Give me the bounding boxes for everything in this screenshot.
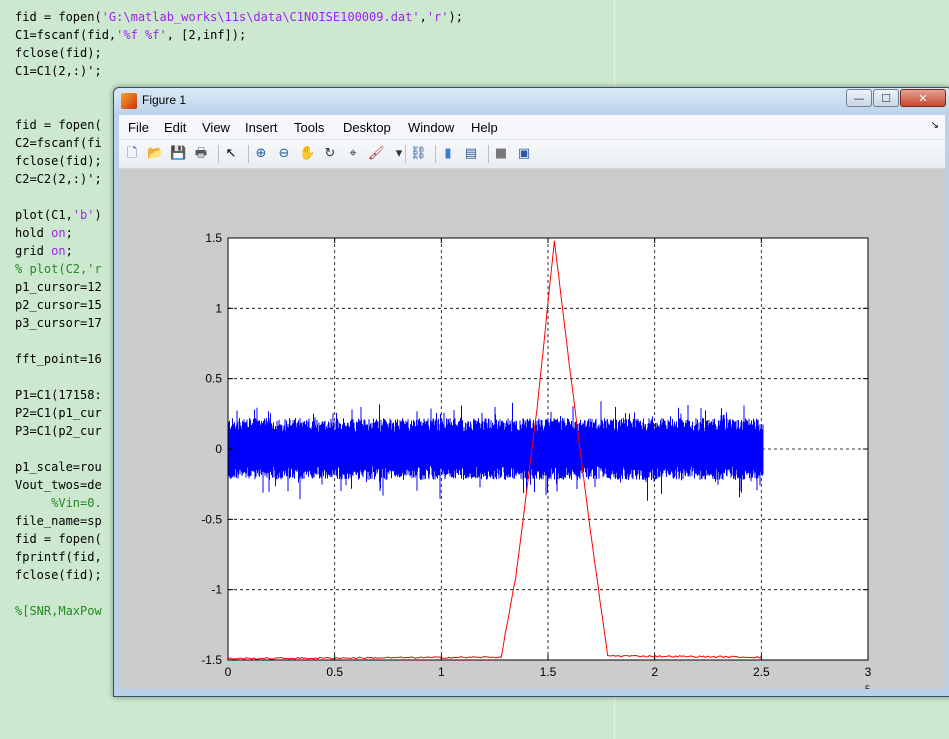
plot-area: 0 0.5 1 1.5 2 2.5 3 -1.5 -1 -0.5 0 0.5 1 1.5 x 10 5 (119, 169, 945, 689)
code-line: fclose(fid); (15, 46, 102, 60)
x-tick-label: 0.5 (326, 665, 343, 679)
menu-desktop[interactable]: Desktop (343, 120, 391, 135)
code-line: C2=fscanf(fi (15, 136, 102, 150)
edit-plot-arrow-icon[interactable]: ↖ (223, 146, 239, 162)
y-tick-label: 1.5 (205, 231, 222, 245)
code-line: P3=C1(p2_cur (15, 424, 102, 438)
x-tick-label: 2.5 (753, 665, 770, 679)
code-line: file_name=sp (15, 514, 102, 528)
code-line: fid = fopen( (15, 118, 102, 132)
code-line: p2_cursor=15 (15, 298, 102, 312)
window-title: Figure 1 (142, 93, 187, 107)
code-line: p3_cursor=17 (15, 316, 102, 330)
menu-window[interactable]: Window (408, 120, 454, 135)
code-line: C1=fscanf(fid,'%f %f', [2,inf]); (15, 28, 247, 42)
code-line: fid = fopen('G:\matlab_works\11s\data\C1… (15, 10, 463, 24)
menu-help[interactable]: Help (471, 120, 498, 135)
pan-hand-icon[interactable]: ✋ (299, 146, 315, 162)
hide-plot-tools-icon[interactable]: ■ (493, 146, 509, 162)
y-tick-label: -1.5 (201, 653, 222, 667)
minimize-button[interactable]: — (846, 89, 872, 107)
code-line: hold on; (15, 226, 73, 240)
colorbar-icon[interactable]: ▮ (440, 146, 456, 162)
code-line: % plot(C2,'r (15, 262, 102, 276)
code-line: p1_scale=rou (15, 460, 102, 474)
code-line: fid = fopen( (15, 532, 102, 546)
new-figure-icon[interactable]: 🗋 (124, 146, 140, 162)
menu-file[interactable]: File (128, 120, 149, 135)
code-line: Vout_twos=de (15, 478, 102, 492)
menu-view[interactable]: View (202, 120, 230, 135)
code-line: %Vin=0. (15, 496, 102, 510)
link-plot-icon[interactable]: ⛓ (410, 146, 427, 162)
rotate-3d-icon[interactable]: ↻ (322, 146, 338, 162)
open-file-icon[interactable]: 📂 (147, 146, 163, 162)
code-line: P2=C1(p1_cur (15, 406, 102, 420)
figure-toolbar: 🗋 📂 💾 🖶 ↖ ⊕ ⊖ ✋ ↻ ⌖ 🖌 ▾ ⛓ ▮ ▤ ■ ▣ (119, 140, 945, 169)
x-multiplier-label: x 10 (838, 687, 861, 689)
x-tick-label: 1 (438, 665, 445, 679)
code-line: fprintf(fid, (15, 550, 102, 564)
toolbar-separator (218, 145, 219, 163)
menu-tools[interactable]: Tools (294, 120, 324, 135)
toolbar-separator (435, 145, 436, 163)
y-tick-label: 0 (215, 442, 222, 456)
y-tick-label: -0.5 (201, 512, 222, 526)
code-line: C1=C1(2,:)'; (15, 64, 102, 78)
data-cursor-icon[interactable]: ⌖ (345, 146, 361, 162)
matlab-logo-icon (121, 93, 137, 109)
menu-dock-arrow-icon[interactable]: ↘ (931, 120, 939, 131)
show-plot-tools-icon[interactable]: ▣ (516, 146, 532, 162)
code-line: P1=C1(17158: (15, 388, 102, 402)
maximize-button[interactable]: ☐ (873, 89, 899, 107)
toolbar-separator (488, 145, 489, 163)
legend-icon[interactable]: ▤ (463, 146, 479, 162)
y-tick-label: -1 (211, 583, 222, 597)
save-icon[interactable]: 💾 (170, 146, 186, 162)
code-line: p1_cursor=12 (15, 280, 102, 294)
x-tick-label: 0 (225, 665, 232, 679)
print-icon[interactable]: 🖶 (193, 146, 209, 162)
close-button[interactable]: ✕ (900, 89, 946, 107)
y-tick-label: 1 (215, 301, 222, 315)
menu-edit[interactable]: Edit (164, 120, 186, 135)
y-tick-label: 0.5 (205, 372, 222, 386)
figure-window[interactable]: Figure 1 — ☐ ✕ File Edit View Insert Too… (113, 87, 949, 697)
x-multiplier-exponent: 5 (865, 684, 870, 689)
toolbar-separator (405, 145, 406, 163)
toolbar-separator (248, 145, 249, 163)
code-line: plot(C1,'b') (15, 208, 102, 222)
code-line: fclose(fid); (15, 568, 102, 582)
x-tick-label: 1.5 (540, 665, 557, 679)
menu-insert[interactable]: Insert (245, 120, 278, 135)
brush-icon[interactable]: 🖌 (368, 146, 385, 162)
code-line: grid on; (15, 244, 73, 258)
code-line: fft_point=16 (15, 352, 102, 366)
zoom-out-icon[interactable]: ⊖ (276, 146, 292, 162)
zoom-in-icon[interactable]: ⊕ (253, 146, 269, 162)
code-line: %[SNR,MaxPow (15, 604, 102, 618)
axes[interactable]: 0 0.5 1 1.5 2 2.5 3 -1.5 -1 -0.5 0 0.5 1 1.5 x 10 5 (119, 169, 945, 689)
code-line: C2=C2(2,:)'; (15, 172, 102, 186)
x-tick-label: 2 (651, 665, 658, 679)
x-tick-label: 3 (865, 665, 872, 679)
figure-client: File Edit View Insert Tools Desktop Wind… (119, 115, 945, 689)
code-line: fclose(fid); (15, 154, 102, 168)
menu-bar: File Edit View Insert Tools Desktop Wind… (119, 115, 945, 140)
title-bar[interactable]: Figure 1 — ☐ ✕ (114, 88, 949, 114)
